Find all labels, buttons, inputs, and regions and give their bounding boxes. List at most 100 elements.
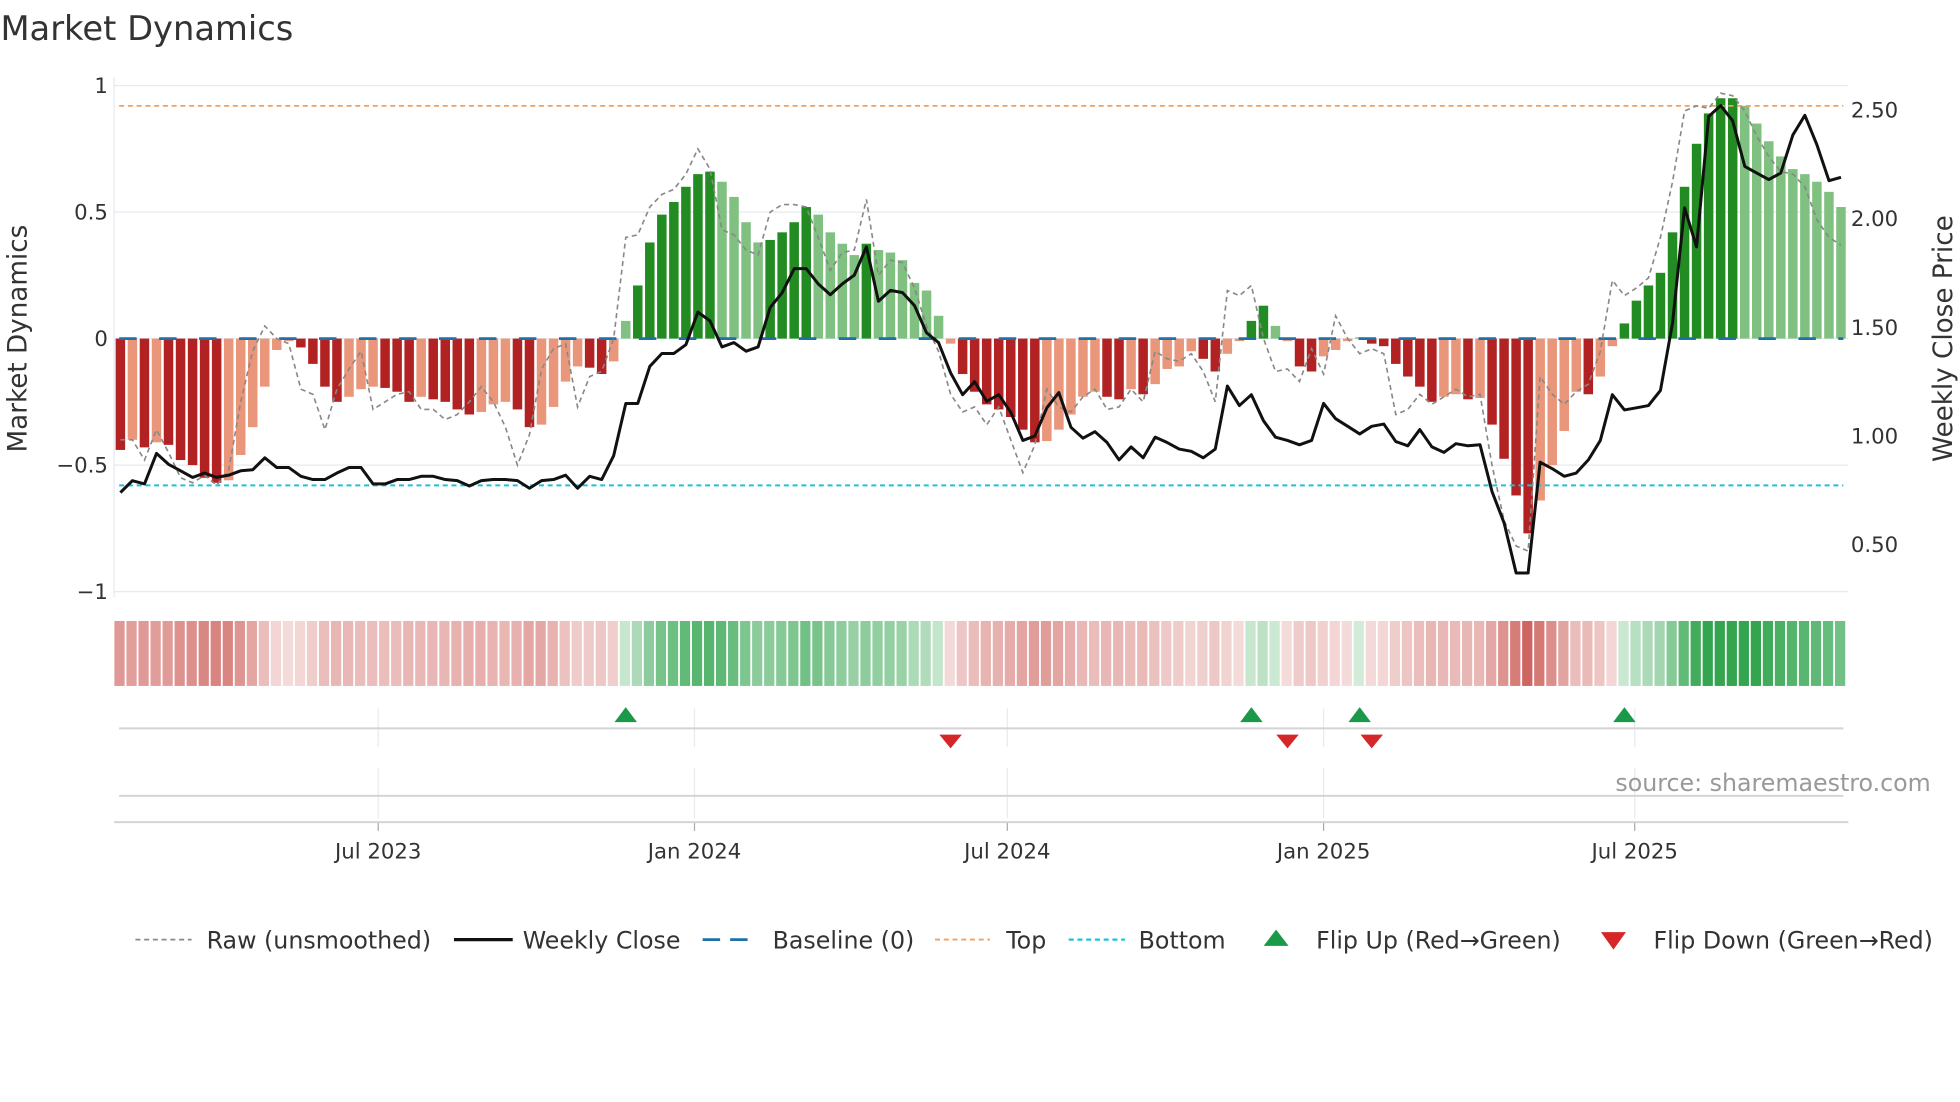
momentum-bar [211, 338, 222, 483]
heat-cell [1305, 620, 1316, 686]
heat-cell [703, 620, 715, 686]
momentum-bar [1475, 338, 1485, 399]
momentum-bar [729, 196, 739, 339]
heat-cell [1630, 620, 1641, 686]
momentum-bar [945, 338, 956, 344]
momentum-bar [392, 338, 402, 392]
chart-title: Market Dynamics [0, 9, 293, 48]
heat-cell [1654, 620, 1665, 686]
momentum-bar [1619, 323, 1630, 339]
heat-cell [1221, 620, 1232, 686]
heat-cell [1702, 620, 1713, 686]
momentum-bar [1800, 174, 1810, 339]
momentum-bar [657, 214, 667, 339]
x-tick-label: Jul 2025 [1589, 839, 1677, 864]
heat-cell [679, 620, 691, 686]
x-tick-label: Jan 2024 [646, 839, 742, 864]
heat-cell [896, 620, 907, 686]
heat-cell [475, 620, 486, 686]
heat-cell [667, 620, 679, 686]
legend-top-label: Top [1005, 926, 1046, 954]
heat-cell [1016, 620, 1028, 686]
heat-cell [1486, 620, 1497, 686]
heat-cell [1822, 620, 1834, 686]
heat-cell [427, 620, 438, 686]
heat-cell [258, 620, 270, 686]
heat-cell [1040, 620, 1052, 686]
heat-cell [1028, 620, 1040, 686]
momentum-bar [296, 338, 306, 348]
left-axis-ticks: 1 0.5 0 −0.5 −1 [56, 74, 108, 605]
heat-cell [1052, 620, 1064, 686]
heat-cell [752, 620, 763, 686]
momentum-bar [1198, 338, 1209, 359]
heat-cell [764, 620, 775, 686]
heat-cell [1425, 620, 1437, 686]
heat-cell [872, 620, 883, 686]
heat-cell [1498, 620, 1509, 686]
heat-cell [1413, 620, 1425, 686]
heat-cell [1209, 620, 1220, 686]
market-dynamics-chart: Market Dynamics 10.50−0.5−1 2.502.001.50… [0, 9, 1959, 954]
momentum-bar [1812, 181, 1822, 339]
heat-cell [980, 620, 991, 686]
momentum-bar [1066, 338, 1076, 415]
heat-cell [655, 620, 667, 686]
momentum-bar [464, 338, 475, 415]
heat-cell [1185, 620, 1196, 686]
momentum-bar [163, 338, 174, 445]
heat-cell [932, 620, 943, 686]
heat-cell [1125, 620, 1136, 686]
momentum-bar [1836, 207, 1846, 339]
heat-cell [186, 620, 197, 686]
heat-cell [992, 620, 1003, 686]
heat-cell [1269, 620, 1280, 686]
momentum-bar [1270, 325, 1281, 339]
heat-cell [511, 620, 522, 686]
heat-cell [1113, 620, 1124, 686]
legend-item-flip-up: Flip Up (Red→Green) [1263, 926, 1561, 954]
momentum-bar [524, 338, 535, 428]
momentum-bar [596, 338, 607, 375]
heat-cell [824, 620, 835, 686]
heat-cell [1798, 620, 1810, 686]
momentum-bar [813, 214, 823, 339]
momentum-bar [512, 338, 523, 410]
momentum-bar [1559, 338, 1569, 431]
heat-cell [1317, 620, 1328, 686]
heat-cell [523, 620, 534, 686]
momentum-bar [1739, 105, 1750, 339]
left-tick-label: −0.5 [56, 454, 108, 479]
flip-down-marker [1276, 734, 1299, 749]
heat-cell [571, 620, 582, 686]
heat-cell [1401, 620, 1413, 686]
heat-cell [174, 620, 185, 686]
momentum-bar [1318, 338, 1329, 357]
heat-cell [848, 620, 859, 686]
right-axis-label: Weekly Close Price [1929, 215, 1959, 462]
momentum-bar [380, 338, 390, 388]
heat-cell [788, 620, 799, 686]
heat-cell [1064, 620, 1076, 686]
x-axis: Jul 2023 Jan 2024 Jul 2024 Jan 2025 Jul 2025 [114, 821, 1849, 864]
momentum-bar [1499, 338, 1509, 459]
momentum-bar [428, 338, 438, 400]
heat-cell [583, 620, 594, 686]
heat-cell [1678, 620, 1689, 686]
momentum-bar [1078, 338, 1088, 397]
legend-bottom-label: Bottom [1139, 926, 1226, 954]
legend-raw-label: Raw (unsmoothed) [207, 926, 431, 954]
momentum-bar [681, 186, 691, 339]
right-tick-label: 2.50 [1851, 98, 1898, 123]
heat-cell [691, 620, 703, 686]
momentum-bar [1487, 338, 1497, 425]
momentum-bar [1595, 338, 1606, 377]
momentum-bar [620, 320, 631, 339]
momentum-bar [633, 285, 643, 339]
heat-cell [728, 620, 739, 686]
source-credit: source: sharemaestro.com [1615, 769, 1930, 797]
heat-cell [234, 620, 245, 686]
legend-item-raw: Raw (unsmoothed) [135, 926, 431, 954]
momentum-bar [151, 338, 162, 443]
momentum-bar [1824, 191, 1834, 339]
